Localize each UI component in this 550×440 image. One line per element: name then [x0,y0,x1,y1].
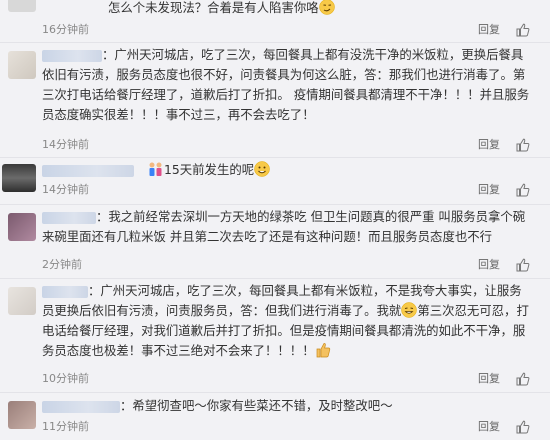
comment-text: ：广州天河城店，吃了三次，每回餐具上都有没洗干净的米饭粒，更换后餐具依旧有污渍，… [42,47,530,122]
comment-item: ：我之前经常去深圳一方天地的绿茶吃 但卫生问题真的很严重 叫服务员拿个碗来碗里面… [0,205,550,275]
avatar[interactable] [8,0,36,12]
avatar[interactable] [8,51,36,79]
comment-list: 怎么个未发现法？合着是有人陷害你咯 16分钟前 回复 ：广州天河城店，吃了三次，… [0,0,550,440]
comment-item: ：广州天河城店，吃了三次，每回餐具上都有米饭粒，不是我夸大事实，让服务员更换后依… [0,279,550,389]
like-icon[interactable] [516,420,530,434]
comment-meta: 10分钟前 回复 [42,371,550,387]
timestamp: 14分钟前 [42,183,89,196]
timestamp: 16分钟前 [42,23,89,36]
avatar[interactable] [8,213,36,241]
comment-item: ：希望彻查吧～你家有些菜还不错，及时整改吧～ 11分钟前 回复 [0,393,550,440]
comment-text: 15天前发生的呢 [148,160,534,180]
reply-button[interactable]: 回复 [478,371,500,387]
reply-button[interactable]: 回复 [478,257,500,273]
reply-button[interactable]: 回复 [478,22,500,38]
thumbs-up-emoji-icon [316,343,330,358]
avatar[interactable] [2,164,36,192]
comment-item: 怎么个未发现法？合着是有人陷害你咯 16分钟前 回复 [0,0,550,38]
timestamp: 14分钟前 [42,138,89,151]
username[interactable] [42,165,134,177]
like-icon[interactable] [516,258,530,272]
grin-emoji-icon [401,302,418,318]
comment-meta: 14分钟前 回复 [42,137,550,153]
avatar[interactable] [8,287,36,315]
comment-text: 怎么个未发现法？合着是有人陷害你咯 [108,0,534,18]
comment-text: ：希望彻查吧～你家有些菜还不错，及时整改吧～ [120,398,393,413]
family-emoji-icon [149,162,162,176]
like-icon[interactable] [516,138,530,152]
comment-meta: 11分钟前 回复 [42,419,550,435]
like-icon[interactable] [516,23,530,37]
timestamp: 10分钟前 [42,372,89,385]
smirk-emoji-icon [318,0,335,15]
comment-text: ：我之前经常去深圳一方天地的绿茶吃 但卫生问题真的很严重 叫服务员拿个碗来碗里面… [42,209,526,244]
reply-button[interactable]: 回复 [478,137,500,153]
timestamp: 11分钟前 [42,420,89,433]
reply-button[interactable]: 回复 [478,182,500,198]
comment-item: 15天前发生的呢 14分钟前 回复 [0,158,550,200]
comment-text: ：广州天河城店，吃了三次，每回餐具上都有米饭粒，不是我夸大事实，让服务员更换后依… [42,283,529,358]
comment-meta: 2分钟前 回复 [42,257,550,273]
like-icon[interactable] [516,372,530,386]
comment-item: ：广州天河城店，吃了三次，每回餐具上都有没洗干净的米饭粒，更换后餐具依旧有污渍，… [0,43,550,155]
smile-emoji-icon [254,161,270,177]
comment-meta: 14分钟前 回复 [42,182,550,198]
reply-button[interactable]: 回复 [478,419,500,435]
like-icon[interactable] [516,183,530,197]
comment-meta: 16分钟前 回复 [42,22,550,38]
avatar[interactable] [8,401,36,429]
timestamp: 2分钟前 [42,258,82,271]
